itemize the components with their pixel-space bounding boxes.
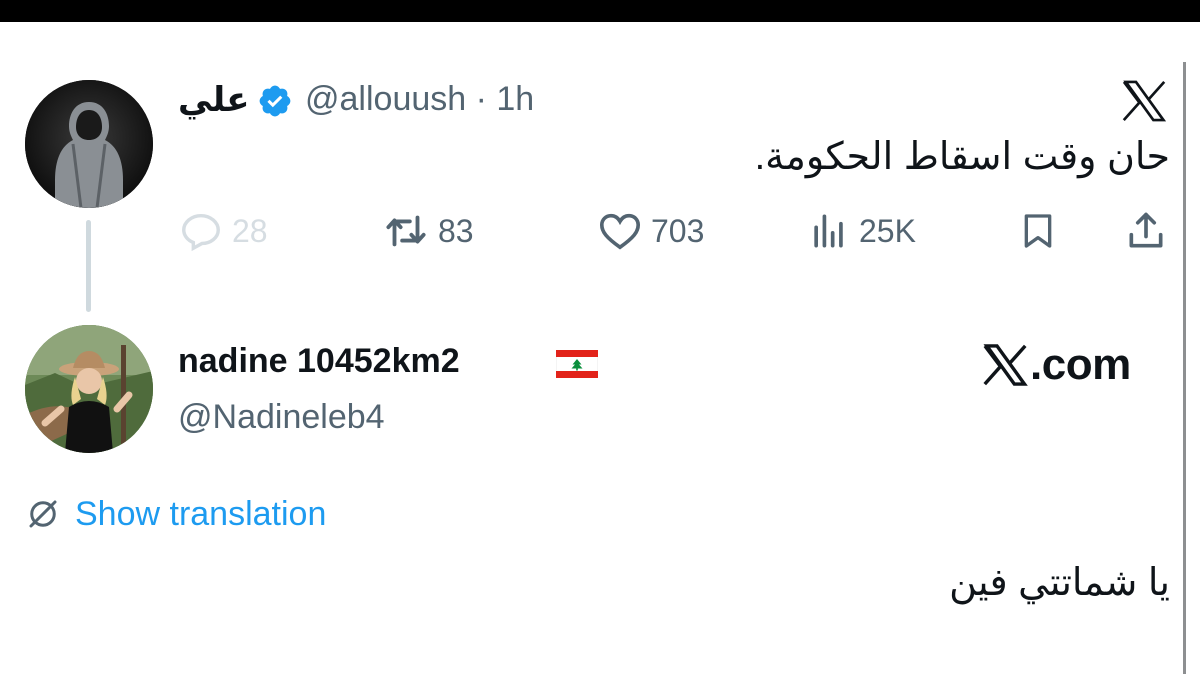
x-logo-icon [1122, 80, 1167, 122]
translate-icon [29, 500, 57, 528]
display-name-nadine[interactable]: nadine 10452km2 [178, 342, 460, 381]
display-name[interactable]: علي [178, 80, 250, 120]
site-domain-label: .com [1030, 340, 1131, 389]
handle-nadine[interactable]: @Nadineleb4 [178, 398, 385, 437]
handle-and-time[interactable]: @allouush · 1h [305, 80, 534, 119]
verified-badge-icon [259, 85, 291, 117]
reply-icon [182, 213, 220, 252]
like-count: 703 [651, 212, 705, 249]
bookmark-icon [1024, 214, 1052, 248]
right-edge-border [1183, 62, 1186, 674]
reply-text: يا شماتتي فين [949, 562, 1170, 604]
show-translation-link[interactable]: Show translation [25, 492, 326, 536]
x-logo-icon [983, 344, 1028, 386]
avatar-nadineleb4[interactable] [25, 325, 153, 453]
share-icon [1129, 212, 1163, 248]
thread-connector-line [86, 220, 91, 312]
avatar-allouush[interactable] [25, 80, 153, 208]
x-dot-com-watermark: .com [982, 340, 1131, 390]
show-translation-label: Show translation [75, 494, 327, 533]
views-icon [814, 214, 843, 248]
retweet-count: 83 [438, 212, 474, 249]
reply-count: 28 [232, 212, 268, 249]
retweet-button[interactable]: 83 [382, 208, 474, 254]
views-button[interactable]: 25K [807, 208, 916, 254]
tweet-text: حان وقت اسقاط الحكومة. [754, 136, 1170, 178]
views-count: 25K [859, 212, 916, 249]
top-black-bar [0, 0, 1200, 22]
retweet-icon [386, 215, 426, 247]
like-button[interactable]: 703 [597, 208, 704, 254]
share-button[interactable] [1124, 208, 1168, 254]
heart-icon [599, 213, 641, 250]
lebanon-flag-icon [556, 350, 598, 378]
reply-button[interactable]: 28 [178, 208, 268, 254]
bookmark-button[interactable] [1018, 208, 1058, 254]
